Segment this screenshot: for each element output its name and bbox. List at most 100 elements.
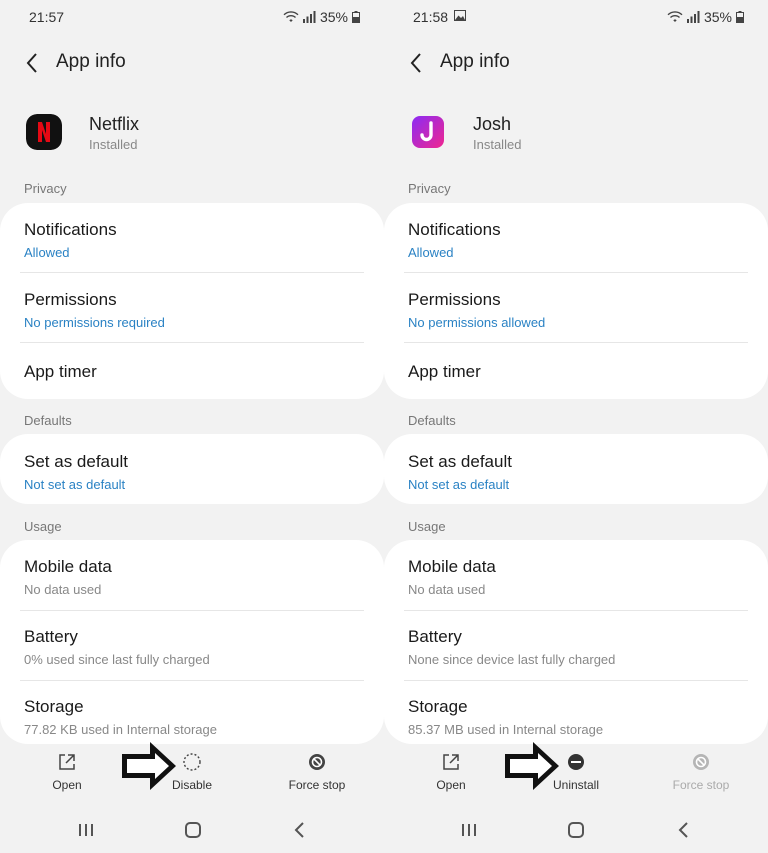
notifications-value: Allowed: [408, 245, 454, 260]
usage-card: Mobile data No data used Battery 0% used…: [0, 540, 384, 744]
notifications-title: Notifications: [408, 220, 501, 239]
battery-value: 0% used since last fully charged: [24, 652, 210, 667]
divider: [20, 680, 364, 681]
storage-value: 85.37 MB used in Internal storage: [408, 722, 604, 737]
back-arrow-icon[interactable]: [24, 52, 40, 74]
app-info-screen-josh: 21:58 35% App info Josh Installed Privac…: [384, 0, 768, 853]
battery-value: None since device last fully charged: [408, 652, 616, 667]
disable-icon: [183, 753, 201, 771]
set-as-default-item[interactable]: Set as default Not set as default: [24, 452, 364, 492]
set-as-default-value: Not set as default: [24, 477, 126, 492]
open-button[interactable]: Open: [22, 752, 112, 792]
mobile-data-item[interactable]: Mobile data No data used: [24, 557, 364, 597]
app-name: Netflix: [89, 114, 140, 134]
home-icon[interactable]: [183, 820, 203, 840]
status-time: 21:58: [413, 9, 449, 25]
open-external-icon: [59, 754, 75, 770]
force-stop-button[interactable]: Force stop: [272, 752, 362, 792]
nav-back-icon[interactable]: [674, 820, 694, 840]
comparison-view: 21:57 35% App info Netflix Installed Pri…: [0, 0, 768, 853]
wifi-icon: [283, 11, 299, 22]
force-stop-icon: [309, 754, 325, 770]
section-label-privacy: Privacy: [24, 181, 67, 196]
app-timer-item[interactable]: App timer: [408, 362, 748, 382]
josh-logo-icon: [412, 116, 444, 148]
wifi-icon: [667, 11, 683, 22]
permissions-item[interactable]: Permissions No permissions allowed: [408, 290, 748, 330]
force-stop-label: Force stop: [288, 778, 346, 792]
permissions-value: No permissions allowed: [408, 315, 546, 330]
force-stop-icon: [693, 754, 709, 770]
defaults-card: Set as default Not set as default: [384, 434, 768, 504]
battery-item[interactable]: Battery None since device last fully cha…: [408, 627, 748, 667]
recent-apps-icon[interactable]: [76, 820, 96, 840]
netflix-logo-icon: [26, 114, 62, 150]
divider: [20, 610, 364, 611]
battery-title: Battery: [24, 627, 78, 646]
section-label-usage: Usage: [408, 519, 446, 534]
battery-percent: 35%: [703, 9, 732, 25]
nav-back-icon[interactable]: [290, 820, 310, 840]
mobile-data-item[interactable]: Mobile data No data used: [408, 557, 748, 597]
battery-icon: [352, 11, 360, 23]
storage-title: Storage: [24, 697, 84, 716]
mobile-data-value: No data used: [24, 582, 102, 597]
storage-item[interactable]: Storage 77.82 KB used in Internal storag…: [24, 697, 364, 737]
section-label-privacy: Privacy: [408, 181, 451, 196]
right-arrow-annotation-icon: [122, 742, 176, 790]
system-nav-bar: [0, 818, 384, 842]
app-install-status: Installed: [89, 137, 138, 152]
app-info-screen-netflix: 21:57 35% App info Netflix Installed Pri…: [0, 0, 384, 853]
set-as-default-value: Not set as default: [408, 477, 510, 492]
storage-item[interactable]: Storage 85.37 MB used in Internal storag…: [408, 697, 748, 737]
notifications-item[interactable]: Notifications Allowed: [408, 220, 748, 260]
privacy-card: Notifications Allowed Permissions No per…: [0, 203, 384, 399]
divider: [404, 272, 748, 273]
divider: [20, 342, 364, 343]
page-title: App info: [440, 51, 510, 72]
status-bar: 21:57 35%: [0, 6, 384, 28]
permissions-value: No permissions required: [24, 315, 165, 330]
mobile-data-title: Mobile data: [24, 557, 112, 576]
defaults-card: Set as default Not set as default: [0, 434, 384, 504]
permissions-title: Permissions: [408, 290, 501, 309]
open-label: Open: [52, 778, 82, 792]
notifications-title: Notifications: [24, 220, 117, 239]
battery-item[interactable]: Battery 0% used since last fully charged: [24, 627, 364, 667]
status-bar: 21:58 35%: [384, 6, 768, 28]
set-as-default-title: Set as default: [408, 452, 512, 471]
recent-apps-icon[interactable]: [459, 820, 479, 840]
usage-card: Mobile data No data used Battery None si…: [384, 540, 768, 744]
divider: [404, 610, 748, 611]
force-stop-label: Force stop: [672, 778, 730, 792]
section-label-defaults: Defaults: [408, 413, 456, 428]
notifications-item[interactable]: Notifications Allowed: [24, 220, 364, 260]
status-time: 21:57: [29, 9, 65, 25]
permissions-item[interactable]: Permissions No permissions required: [24, 290, 364, 330]
storage-value: 77.82 KB used in Internal storage: [24, 722, 217, 737]
divider: [404, 342, 748, 343]
uninstall-icon: [568, 754, 584, 770]
force-stop-button[interactable]: Force stop: [656, 752, 746, 792]
back-arrow-icon[interactable]: [408, 52, 424, 74]
app-timer-item[interactable]: App timer: [24, 362, 364, 382]
signal-icon: [686, 11, 700, 23]
app-timer-title: App timer: [24, 362, 97, 381]
system-nav-bar: [384, 818, 768, 842]
open-label: Open: [436, 778, 466, 792]
set-as-default-item[interactable]: Set as default Not set as default: [408, 452, 748, 492]
app-timer-title: App timer: [408, 362, 481, 381]
open-button[interactable]: Open: [406, 752, 496, 792]
signal-icon: [302, 11, 316, 23]
battery-title: Battery: [408, 627, 462, 646]
page-title: App info: [56, 51, 126, 72]
permissions-title: Permissions: [24, 290, 117, 309]
divider: [404, 680, 748, 681]
app-name: Josh: [473, 114, 512, 134]
gallery-notification-icon: [454, 10, 466, 21]
privacy-card: Notifications Allowed Permissions No per…: [384, 203, 768, 399]
home-icon[interactable]: [566, 820, 586, 840]
app-bar: App info: [384, 48, 768, 78]
section-label-defaults: Defaults: [24, 413, 72, 428]
app-bar: App info: [0, 48, 384, 78]
